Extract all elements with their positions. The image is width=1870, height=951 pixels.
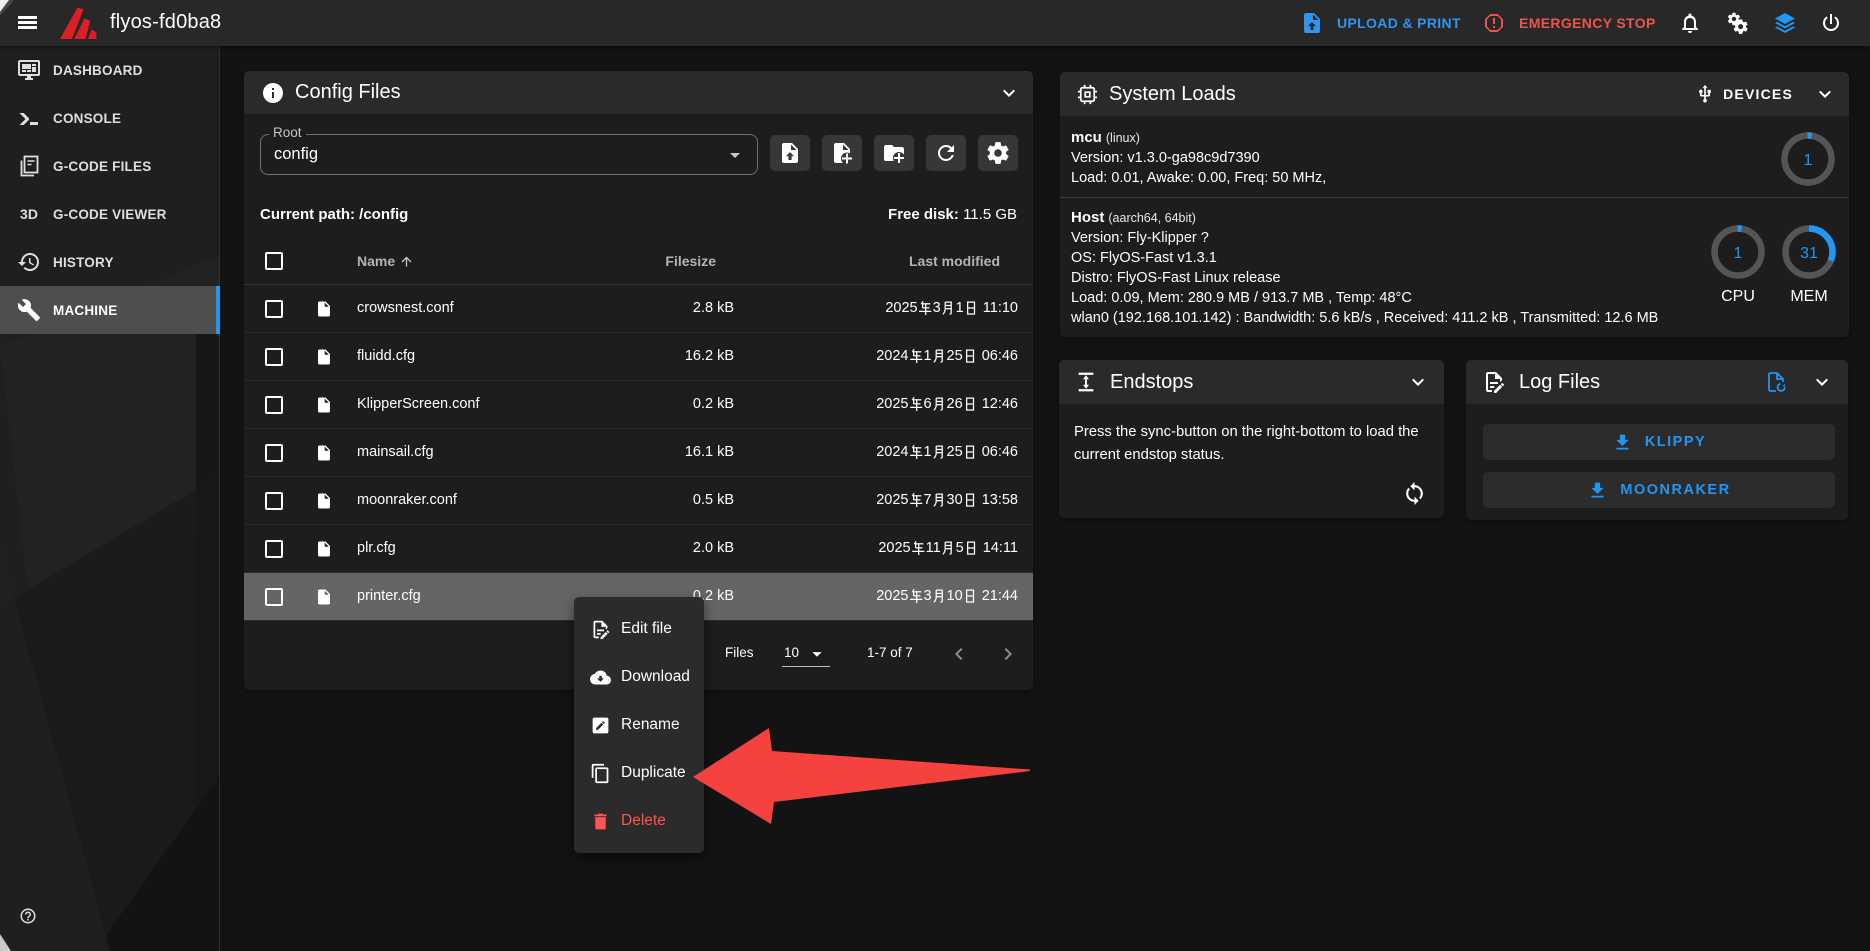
svg-text:31: 31 xyxy=(1800,245,1818,262)
svg-text:1: 1 xyxy=(1804,152,1813,169)
svg-text:1: 1 xyxy=(1734,245,1743,262)
svg-text:3D: 3D xyxy=(20,206,38,222)
